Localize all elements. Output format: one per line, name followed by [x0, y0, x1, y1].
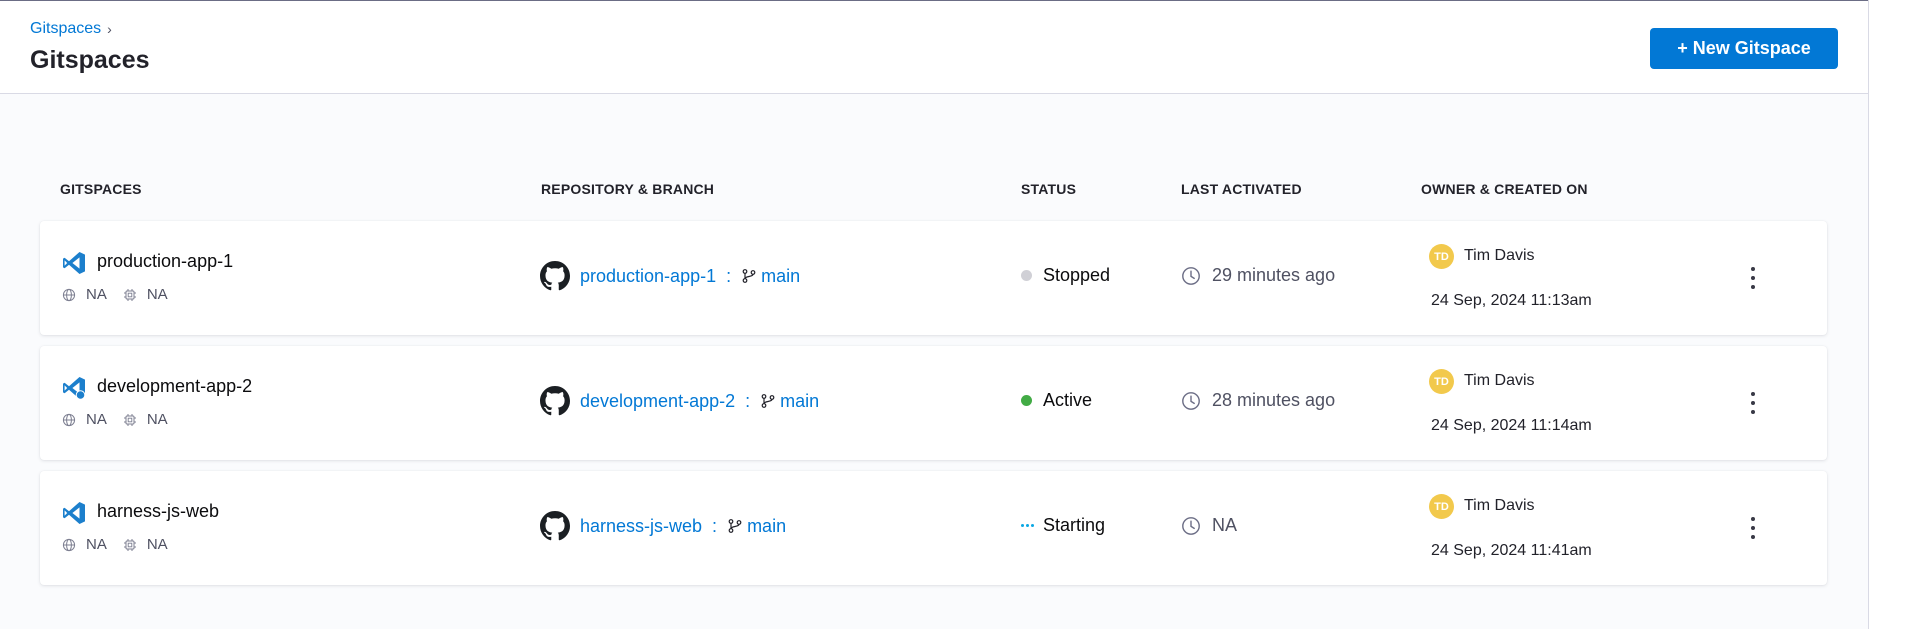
status-dot-icon — [1021, 395, 1032, 406]
gitspace-name[interactable]: development-app-2 — [97, 376, 252, 397]
branch-link[interactable]: main — [747, 516, 786, 537]
gitspace-meta: NA NA — [62, 411, 184, 428]
status-dot-icon — [1021, 270, 1032, 281]
column-header-last-activated: LAST ACTIVATED — [1181, 181, 1302, 197]
region-value: NA — [86, 286, 107, 303]
more-options-icon[interactable] — [1743, 390, 1763, 416]
globe-icon — [62, 538, 76, 551]
column-header-owner: OWNER & CREATED ON — [1421, 181, 1588, 197]
right-rail — [1868, 0, 1920, 629]
more-options-icon[interactable] — [1743, 265, 1763, 291]
git-branch-icon — [742, 269, 756, 283]
last-activated-value: 29 minutes ago — [1212, 265, 1336, 285]
column-header-status: STATUS — [1021, 181, 1077, 197]
status-badge: Stopped — [1021, 265, 1110, 286]
status-text: Active — [1043, 390, 1093, 410]
breadcrumb-link-gitspaces[interactable]: Gitspaces — [30, 20, 101, 38]
page-title: Gitspaces — [30, 46, 150, 74]
table-row[interactable]: development-app-2 NA NA development-app-… — [40, 346, 1827, 460]
repository-branch: harness-js-web : main — [540, 511, 786, 541]
region-value: NA — [86, 536, 107, 553]
avatar: TD — [1429, 494, 1454, 519]
github-icon — [540, 386, 570, 416]
status-badge: Starting — [1021, 515, 1105, 536]
vscode-icon — [61, 500, 87, 526]
repository-link[interactable]: development-app-2 — [580, 391, 735, 412]
breadcrumb: Gitspaces › — [30, 20, 112, 38]
status-text: Starting — [1043, 515, 1106, 535]
status-text: Stopped — [1043, 265, 1111, 285]
separator: : — [712, 515, 718, 536]
repository-branch: development-app-2 : main — [540, 386, 819, 416]
cpu-icon — [123, 288, 136, 301]
table-row[interactable]: harness-js-web NA NA harness-js-web : ma… — [40, 471, 1827, 585]
separator: : — [745, 390, 751, 411]
table-row[interactable]: production-app-1 NA NA production-app-1 … — [40, 221, 1827, 335]
gitspace-meta: NA NA — [62, 536, 184, 553]
last-activated: 28 minutes ago — [1181, 390, 1335, 411]
owner-name: Tim Davis — [1464, 497, 1535, 514]
main-content: Gitspaces › Gitspaces + New Gitspace GIT… — [0, 0, 1868, 629]
page-header: Gitspaces › Gitspaces + New Gitspace — [0, 1, 1868, 94]
vscode-icon — [61, 250, 87, 276]
repository-branch: production-app-1 : main — [540, 261, 800, 291]
repository-link[interactable]: production-app-1 — [580, 266, 716, 287]
created-on: 24 Sep, 2024 11:14am — [1431, 417, 1592, 434]
resource-value: NA — [146, 411, 168, 428]
branch-link[interactable]: main — [761, 266, 800, 287]
more-options-icon[interactable] — [1743, 515, 1763, 541]
created-on: 24 Sep, 2024 11:41am — [1431, 542, 1592, 559]
owner-name: Tim Davis — [1464, 247, 1535, 264]
region-value: NA — [86, 411, 107, 428]
git-branch-icon — [761, 394, 775, 408]
resource-value: NA — [146, 286, 168, 303]
gitspace-name[interactable]: harness-js-web — [97, 501, 219, 522]
vscode-web-icon — [61, 375, 87, 401]
loading-dots-icon — [1021, 524, 1034, 527]
chevron-right-icon: › — [107, 21, 112, 37]
created-on: 24 Sep, 2024 11:13am — [1431, 292, 1592, 309]
clock-icon — [1182, 516, 1200, 535]
column-header-gitspaces: GITSPACES — [60, 181, 142, 197]
clock-icon — [1182, 266, 1200, 285]
git-branch-icon — [728, 519, 742, 533]
gitspace-name[interactable]: production-app-1 — [97, 251, 233, 272]
branch-link[interactable]: main — [780, 391, 819, 412]
separator: : — [726, 265, 732, 286]
status-badge: Active — [1021, 390, 1092, 411]
gitspace-meta: NA NA — [62, 286, 184, 303]
last-activated: NA — [1181, 515, 1237, 536]
owner-name: Tim Davis — [1464, 372, 1535, 389]
repository-link[interactable]: harness-js-web — [580, 516, 702, 537]
last-activated-value: 28 minutes ago — [1212, 390, 1336, 410]
column-header-repository: REPOSITORY & BRANCH — [541, 181, 715, 197]
cpu-icon — [123, 538, 136, 551]
github-icon — [540, 511, 570, 541]
globe-icon — [62, 413, 76, 426]
resource-value: NA — [146, 536, 168, 553]
last-activated: 29 minutes ago — [1181, 265, 1335, 286]
new-gitspace-button[interactable]: + New Gitspace — [1650, 28, 1838, 69]
github-icon — [540, 261, 570, 291]
globe-icon — [62, 288, 76, 301]
avatar: TD — [1429, 369, 1454, 394]
last-activated-value: NA — [1212, 515, 1238, 535]
table-header: GITSPACES REPOSITORY & BRANCH STATUS LAS… — [0, 181, 1868, 201]
cpu-icon — [123, 413, 136, 426]
avatar: TD — [1429, 244, 1454, 269]
clock-icon — [1182, 391, 1200, 410]
